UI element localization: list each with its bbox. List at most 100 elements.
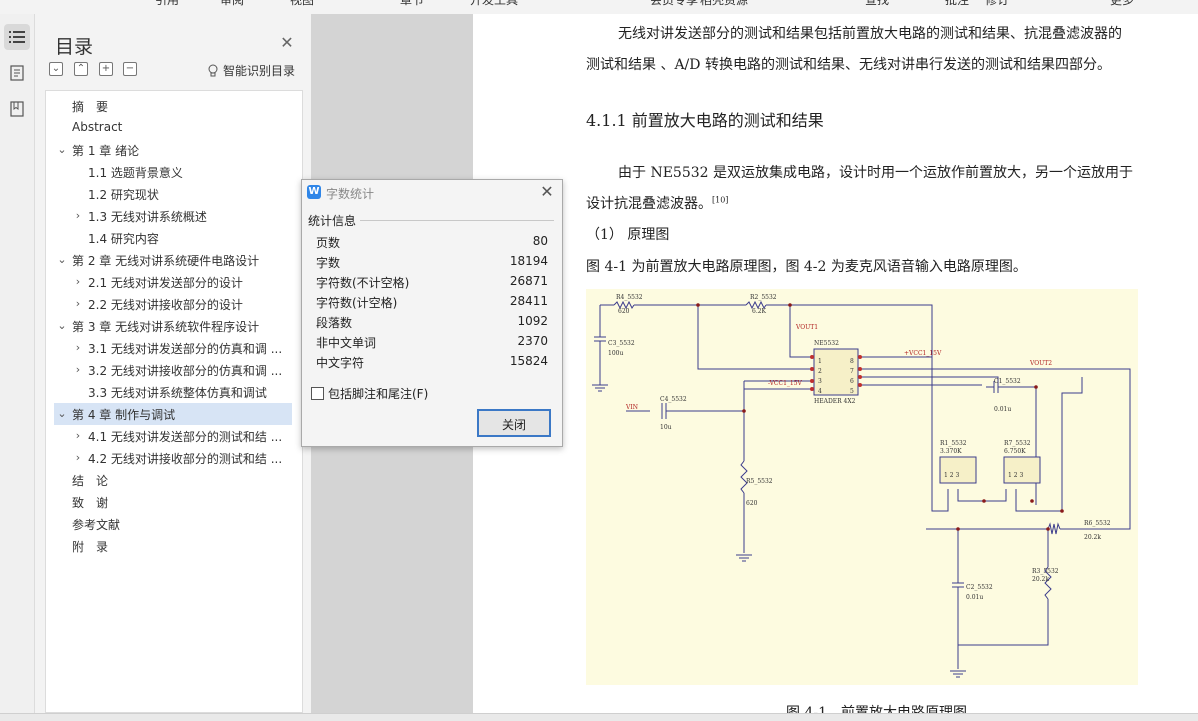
toc-item[interactable]: 结 论 xyxy=(46,469,302,491)
stat-value: 18194 xyxy=(509,254,548,268)
svg-text:1 2 3: 1 2 3 xyxy=(1008,472,1023,479)
ribbon-tab[interactable]: 引用 xyxy=(155,0,179,8)
toc-item-label: 4.2 无线对讲接收部分的测试和结 ... xyxy=(88,452,283,466)
ribbon-tab[interactable]: 稻壳资源 xyxy=(700,0,748,8)
circuit-label-r4: R4_5532 xyxy=(616,294,643,301)
ribbon-tab[interactable]: 会员专享 xyxy=(650,0,698,8)
toc-item[interactable]: › 4.1 无线对讲发送部分的测试和结 ... xyxy=(46,425,302,447)
chevron-down-icon[interactable]: ⌄ xyxy=(56,403,68,425)
circuit-label-ic: NE5532 xyxy=(814,340,839,347)
close-icon[interactable]: ✕ xyxy=(279,33,295,52)
remove-heading-icon[interactable]: − xyxy=(123,62,137,76)
chevron-right-icon[interactable]: › xyxy=(72,337,84,359)
stat-value: 80 xyxy=(532,234,548,248)
circuit-label-vcc_neg: -VCC1_15V xyxy=(768,380,803,387)
chevron-right-icon[interactable]: › xyxy=(72,205,84,227)
include-footnotes-checkbox[interactable]: 包括脚注和尾注(F) xyxy=(311,385,428,402)
schematic-svg: 1 2 3 4 8 7 6 5 1 2 3 1 2 3 R4_5532 620 R2_5532 6.… xyxy=(592,294,1131,678)
ribbon-tab[interactable]: 查找 xyxy=(865,0,889,8)
ribbon-tab[interactable]: 视图 xyxy=(290,0,314,8)
toc-item[interactable]: › 2.1 无线对讲发送部分的设计 xyxy=(46,271,302,293)
toc-view-button[interactable] xyxy=(4,24,30,50)
sub-heading: （1） 原理图 xyxy=(586,227,670,243)
toc-item[interactable]: › 1.3 无线对讲系统概述 xyxy=(46,205,302,227)
add-heading-icon[interactable]: + xyxy=(99,62,113,76)
circuit-label-r5v: 620 xyxy=(746,500,758,507)
document-icon xyxy=(10,65,24,81)
toc-item-label: 1.3 无线对讲系统概述 xyxy=(88,210,207,224)
bookmark-view-button[interactable] xyxy=(4,96,30,122)
ribbon-tab[interactable]: 开发工具 xyxy=(470,0,518,8)
document-page[interactable]: 无线对讲发送部分的测试和结果包括前置放大电路的测试和结果、抗混叠滤波器的 测试和… xyxy=(473,14,1198,713)
ribbon-tab[interactable]: 更多 xyxy=(1110,0,1134,8)
circuit-label-c4v: 10u xyxy=(660,424,672,431)
stat-row: 字符数(不计空格) 26871 xyxy=(316,272,548,292)
toc-item-label: 3.2 无线对讲接收部分的仿真和调 ... xyxy=(88,364,283,378)
circuit-label-r5: R5_5532 xyxy=(746,478,773,485)
svg-text:8: 8 xyxy=(850,358,854,365)
stat-label: 字符数(不计空格) xyxy=(316,276,410,290)
toc-item[interactable]: 附 录 xyxy=(46,535,302,557)
chevron-right-icon[interactable]: › xyxy=(72,425,84,447)
stat-row: 段落数 1092 xyxy=(316,312,548,332)
close-icon[interactable]: ✕ xyxy=(538,183,556,201)
toc-item[interactable]: ⌄ 第 1 章 绪论 xyxy=(46,139,302,161)
toc-item[interactable]: › 2.2 无线对讲接收部分的设计 xyxy=(46,293,302,315)
svg-text:1: 1 xyxy=(818,358,822,365)
toc-item[interactable]: ⌄ 第 3 章 无线对讲系统软件程序设计 xyxy=(46,315,302,337)
chevron-right-icon[interactable]: › xyxy=(72,359,84,381)
toc-item[interactable]: 摘 要 xyxy=(46,95,302,117)
ribbon-tab[interactable]: 章节 xyxy=(400,0,424,8)
chevron-right-icon[interactable]: › xyxy=(72,271,84,293)
expand-up-icon[interactable]: ⌃ xyxy=(74,62,88,76)
stat-label: 非中文单词 xyxy=(316,336,377,350)
chevron-down-icon[interactable]: ⌄ xyxy=(56,139,68,161)
toc-item-label: 3.1 无线对讲发送部分的仿真和调 ... xyxy=(88,342,283,356)
dialog-title: 字数统计 xyxy=(326,187,375,201)
toc-item[interactable]: › 4.2 无线对讲接收部分的测试和结 ... xyxy=(46,447,302,469)
toc-item-label: 附 录 xyxy=(72,540,109,554)
circuit-label-r2v: 6.2K xyxy=(752,308,767,315)
dialog-titlebar[interactable]: W 字数统计 ✕ xyxy=(302,180,562,204)
circuit-label-c4: C4_5532 xyxy=(660,396,687,403)
circuit-label-r7v: 6.750K xyxy=(1004,448,1026,455)
ribbon-tab[interactable]: 审阅 xyxy=(220,0,244,8)
chevron-right-icon[interactable]: › xyxy=(72,447,84,469)
chevron-down-icon[interactable]: ⌄ xyxy=(56,249,68,271)
figure-caption: 图 4-1 前置放大电路原理图 xyxy=(786,705,967,713)
list-icon xyxy=(9,31,25,43)
toc-item[interactable]: 1.4 研究内容 xyxy=(46,227,302,249)
circuit-label-r4v: 620 xyxy=(618,308,630,315)
checkbox-label: 包括脚注和尾注(F) xyxy=(328,387,429,401)
page-view-button[interactable] xyxy=(4,60,30,86)
svg-text:1 2 3: 1 2 3 xyxy=(944,472,959,479)
bookmark-icon xyxy=(10,101,24,117)
collapse-all-icon[interactable]: ⌄ xyxy=(49,62,63,76)
toc-item[interactable]: 1.1 选题背景意义 xyxy=(46,161,302,183)
svg-text:3: 3 xyxy=(818,378,822,385)
close-button[interactable]: 关闭 xyxy=(477,409,551,437)
circuit-labels: R4_5532 620 R2_5532 6.2K VOUT1 C3_5532 100u NE5… xyxy=(608,294,1111,601)
stat-value: 15824 xyxy=(509,354,548,368)
ribbon-tab[interactable]: 批注 xyxy=(945,0,969,8)
citation-ref[interactable]: [10] xyxy=(712,195,728,204)
toc-item[interactable]: › 3.2 无线对讲接收部分的仿真和调 ... xyxy=(46,359,302,381)
toc-item[interactable]: Abstract xyxy=(46,117,302,139)
ribbon-tab[interactable]: 修订 xyxy=(985,0,1009,8)
toc-item-label: 第 3 章 无线对讲系统软件程序设计 xyxy=(72,320,260,334)
toc-item[interactable]: ⌄ 第 4 章 制作与调试 xyxy=(54,403,292,425)
toc-item[interactable]: 3.3 无线对讲系统整体仿真和调试 xyxy=(46,381,302,403)
toc-item[interactable]: ⌄ 第 2 章 无线对讲系统硬件电路设计 xyxy=(46,249,302,271)
toc-item[interactable]: 参考文献 xyxy=(46,513,302,535)
chevron-down-icon[interactable]: ⌄ xyxy=(56,315,68,337)
chevron-right-icon[interactable]: › xyxy=(72,293,84,315)
toc-item[interactable]: 1.2 研究现状 xyxy=(46,183,302,205)
circuit-label-vout1: VOUT1 xyxy=(795,324,818,331)
toc-item[interactable]: 致 谢 xyxy=(46,491,302,513)
checkbox-box[interactable] xyxy=(311,387,324,400)
smart-toc-button[interactable]: 智能识别目录 xyxy=(207,62,295,79)
wps-logo-icon: W xyxy=(307,185,321,199)
toc-item[interactable]: › 3.1 无线对讲发送部分的仿真和调 ... xyxy=(46,337,302,359)
svg-text:4: 4 xyxy=(818,388,822,395)
ribbon-toolbar: 引用 审阅 视图 章节 开发工具 会员专享 稻壳资源 查找 批注 修订 更多 xyxy=(0,0,1198,15)
